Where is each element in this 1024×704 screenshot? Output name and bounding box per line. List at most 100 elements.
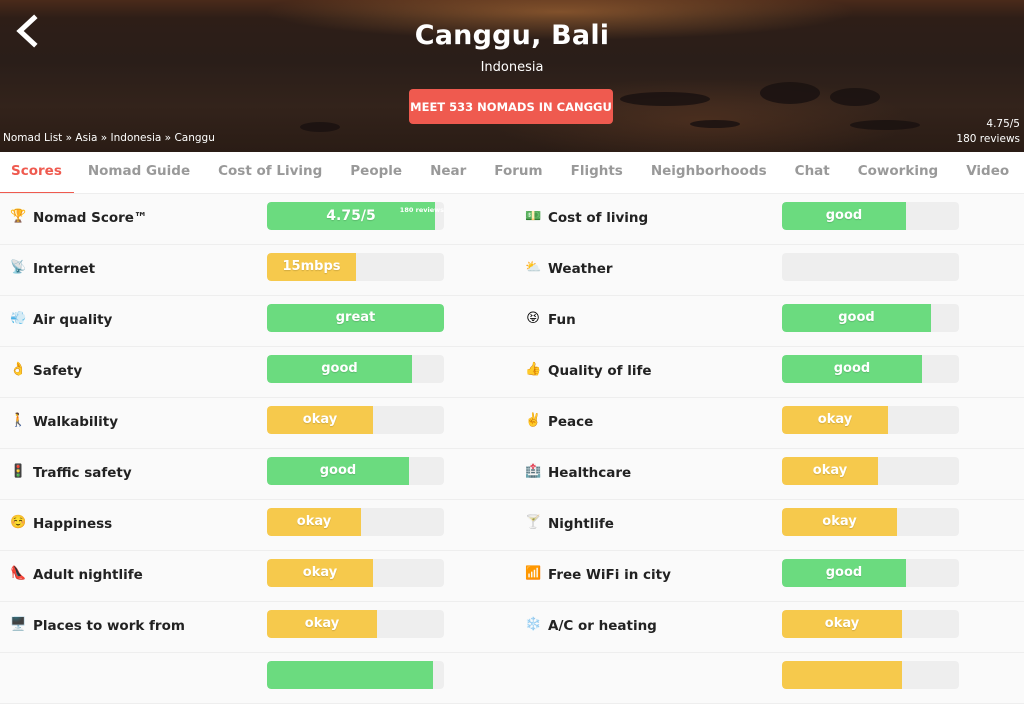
trophy-icon: 🏆 xyxy=(10,209,27,224)
breadcrumb-separator: » xyxy=(62,132,76,144)
tab-video[interactable]: Video xyxy=(952,152,1023,193)
score-partial[interactable] xyxy=(515,653,1024,703)
breadcrumb-item[interactable]: Nomad List xyxy=(3,132,62,144)
money-icon: 💵 xyxy=(525,209,542,224)
hero-decoration xyxy=(620,92,710,106)
tab-flights[interactable]: Flights xyxy=(557,152,637,193)
tab-nomad-guide[interactable]: Nomad Guide xyxy=(74,152,204,193)
tab-coworking[interactable]: Coworking xyxy=(844,152,952,193)
score-bar-fill xyxy=(267,661,433,689)
score-label: Internet xyxy=(33,261,96,277)
score-peace[interactable]: ✌️ Peace okay xyxy=(515,398,1024,448)
overall-score: 4.75/5 xyxy=(986,118,1020,130)
score-quality-of-life[interactable]: 👍 Quality of life good xyxy=(515,347,1024,397)
score-bar: okay xyxy=(267,559,444,587)
score-traffic-safety[interactable]: 🚦 Traffic safety good xyxy=(0,449,512,499)
score-label: Healthcare xyxy=(548,465,632,481)
score-nomad-score[interactable]: 🏆 Nomad Score™ 4.75/5 180 reviews xyxy=(0,194,512,244)
score-value: okay xyxy=(824,616,860,631)
score-value: good xyxy=(321,361,358,376)
score-a-c-or-heating[interactable]: ❄️ A/C or heating okay xyxy=(515,602,1024,652)
score-label: Free WiFi in city xyxy=(548,567,671,583)
score-value: good xyxy=(838,310,875,325)
ok-hand-icon: 👌 xyxy=(10,362,27,377)
score-bar: great xyxy=(267,304,444,332)
score-value: okay xyxy=(302,412,338,427)
hero-decoration xyxy=(850,120,920,130)
hero-decoration xyxy=(300,122,340,132)
score-bar xyxy=(267,661,444,689)
score-bar: good xyxy=(267,457,444,485)
score-weather[interactable]: ⛅ Weather xyxy=(515,245,1024,295)
score-places-to-work-from[interactable]: 🖥️ Places to work from okay xyxy=(0,602,512,652)
score-partial[interactable] xyxy=(0,653,512,703)
score-label: Happiness xyxy=(33,516,113,532)
score-value: 15mbps xyxy=(282,259,341,274)
tab-neighborhoods[interactable]: Neighborhoods xyxy=(637,152,781,193)
tab-chat[interactable]: Chat xyxy=(781,152,844,193)
breadcrumb-item[interactable]: Indonesia xyxy=(111,132,162,144)
satellite-icon: 📡 xyxy=(10,260,27,275)
score-row: 👠 Adult nightlife okay 📶 Free WiFi in city go… xyxy=(0,551,1024,602)
desktop-icon: 🖥️ xyxy=(10,617,27,632)
score-bar: okay xyxy=(267,610,444,638)
victory-hand-icon: ✌️ xyxy=(525,413,542,428)
score-bar: okay xyxy=(782,610,959,638)
breadcrumb-separator: » xyxy=(161,132,175,144)
score-label: Nightlife xyxy=(548,516,614,532)
score-value: great xyxy=(335,310,376,325)
score-row: 🚶 Walkability okay ✌️ Peace okay xyxy=(0,398,1024,449)
tab-cost-of-living[interactable]: Cost of Living xyxy=(204,152,336,193)
score-air-quality[interactable]: 💨 Air quality great xyxy=(0,296,512,346)
score-label: Safety xyxy=(33,363,83,379)
high-heel-icon: 👠 xyxy=(10,566,27,581)
score-value: good xyxy=(833,361,871,376)
score-label: A/C or heating xyxy=(548,618,657,634)
score-value: good xyxy=(319,463,357,478)
score-bar: 4.75/5 180 reviews xyxy=(267,202,444,230)
score-nightlife[interactable]: 🍸 Nightlife okay xyxy=(515,500,1024,550)
cocktail-icon: 🍸 xyxy=(525,515,542,530)
tab-forum[interactable]: Forum xyxy=(480,152,556,193)
score-row: 👌 Safety good 👍 Quality of life good xyxy=(0,347,1024,398)
score-reviews: 180 reviews xyxy=(399,206,444,214)
score-safety[interactable]: 👌 Safety good xyxy=(0,347,512,397)
score-fun[interactable]: 😝 Fun good xyxy=(515,296,1024,346)
score-label: Walkability xyxy=(33,414,119,430)
tab-near[interactable]: Near xyxy=(416,152,480,193)
score-adult-nightlife[interactable]: 👠 Adult nightlife okay xyxy=(0,551,512,601)
score-label: Weather xyxy=(548,261,613,277)
meet-nomads-button[interactable]: MEET 533 NOMADS IN CANGGU xyxy=(409,89,613,124)
score-cost-of-living[interactable]: 💵 Cost of living good xyxy=(515,194,1024,244)
country-subtitle: Indonesia xyxy=(480,60,544,75)
review-count: 180 reviews xyxy=(956,133,1020,145)
hero-decoration xyxy=(830,88,880,106)
score-bar xyxy=(782,253,959,281)
score-row: 🏆 Nomad Score™ 4.75/5 180 reviews 💵 Cost of l… xyxy=(0,194,1024,245)
hero-decoration xyxy=(760,82,820,104)
thumbs-up-icon: 👍 xyxy=(525,362,542,377)
section-tabs: Scores Nomad Guide Cost of Living People Nea… xyxy=(0,152,1024,194)
score-row: 🖥️ Places to work from okay ❄️ A/C or heatin… xyxy=(0,602,1024,653)
score-walkability[interactable]: 🚶 Walkability okay xyxy=(0,398,512,448)
score-bar: good xyxy=(782,355,959,383)
score-label: Fun xyxy=(548,312,576,328)
score-bar: good xyxy=(782,304,959,332)
city-title: Canggu, Bali xyxy=(414,20,610,51)
score-value: okay xyxy=(812,463,848,478)
score-value: okay xyxy=(302,565,338,580)
score-label: Quality of life xyxy=(548,363,652,379)
hero-decoration xyxy=(690,120,740,128)
score-healthcare[interactable]: 🏥 Healthcare okay xyxy=(515,449,1024,499)
score-value: okay xyxy=(822,514,857,529)
tab-scores[interactable]: Scores xyxy=(0,152,74,193)
tab-people[interactable]: People xyxy=(336,152,416,193)
score-label: Places to work from xyxy=(33,618,185,634)
score-happiness[interactable]: ☺️ Happiness okay xyxy=(0,500,512,550)
score-free-wifi-in-city[interactable]: 📶 Free WiFi in city good xyxy=(515,551,1024,601)
breadcrumb-item[interactable]: Canggu xyxy=(174,132,214,144)
traffic-light-icon: 🚦 xyxy=(10,464,27,479)
score-label: Air quality xyxy=(33,312,113,328)
score-internet[interactable]: 📡 Internet 15mbps xyxy=(0,245,512,295)
breadcrumb-item[interactable]: Asia xyxy=(75,132,97,144)
